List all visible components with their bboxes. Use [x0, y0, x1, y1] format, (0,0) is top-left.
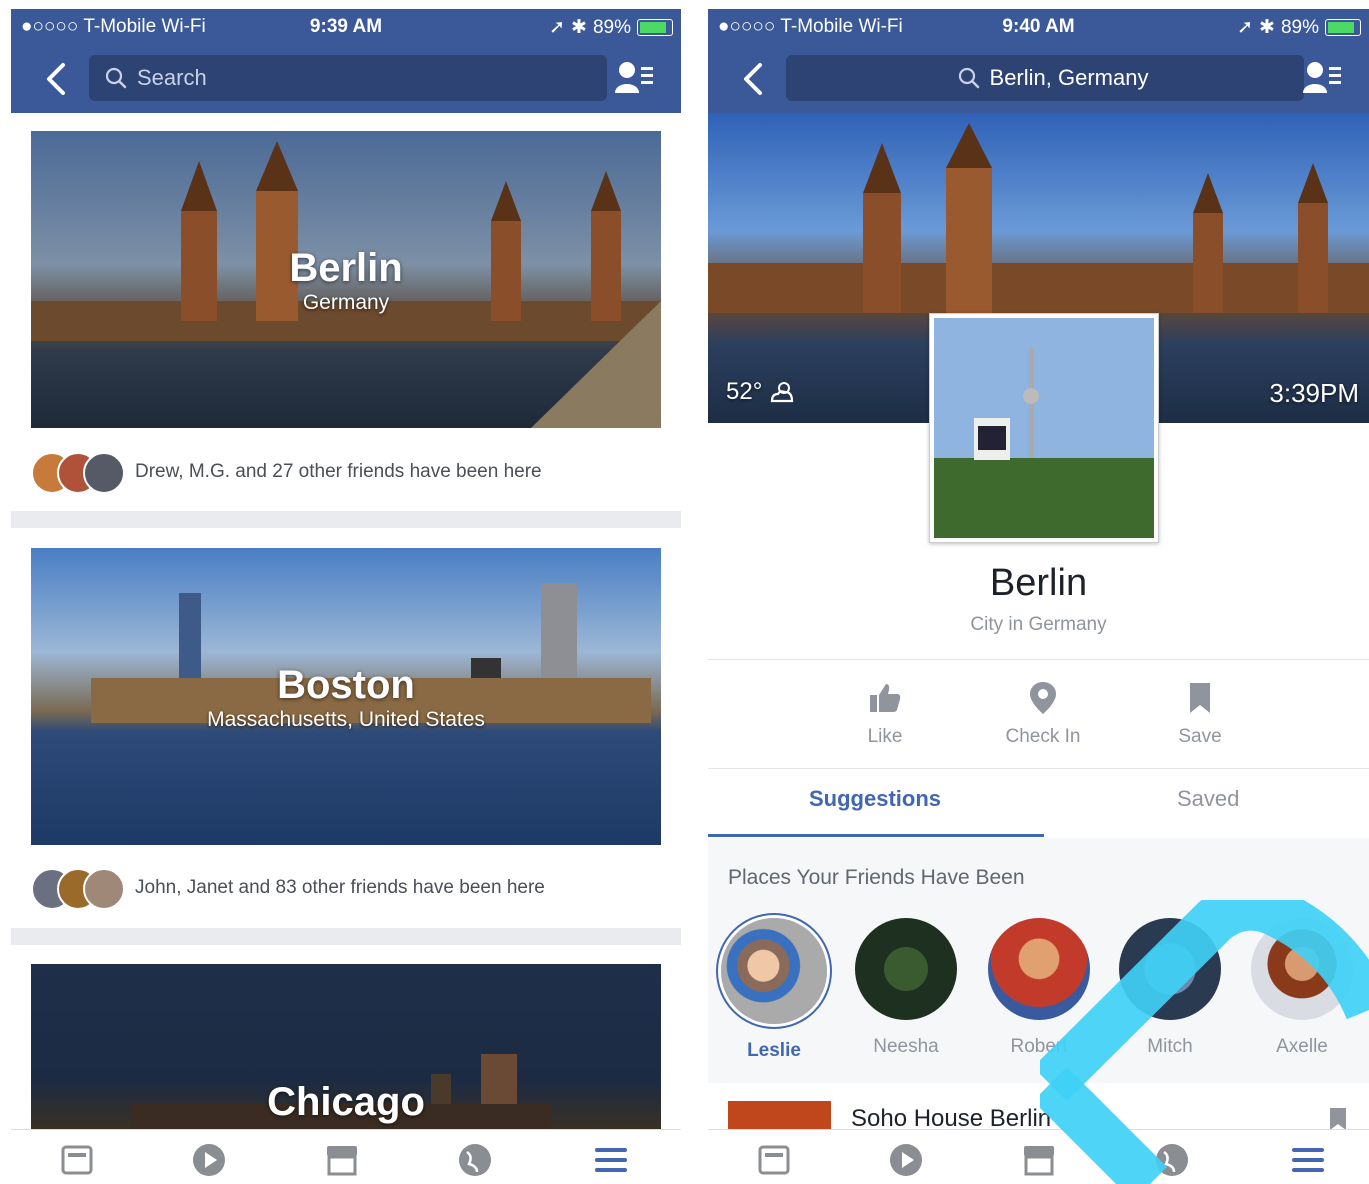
tab-bar: [11, 1129, 681, 1184]
card-title: Chicago: [267, 1080, 425, 1124]
friend-name: Mitch: [1147, 1036, 1193, 1057]
avatar: [855, 918, 957, 1020]
active-tab-indicator: [708, 834, 1044, 837]
friend-robert[interactable]: Robert: [979, 918, 1099, 1058]
card-title: Berlin: [289, 246, 403, 290]
globe-icon[interactable]: [457, 1142, 493, 1178]
card-title: Boston: [277, 663, 415, 707]
section-title: Places Your Friends Have Been: [728, 866, 1025, 889]
save-label: Save: [1178, 726, 1222, 747]
bluetooth-icon: ✱: [1259, 17, 1275, 38]
friends-been-here-row[interactable]: Drew, M.G. and 27 other friends have bee…: [31, 450, 542, 494]
friend-requests-icon[interactable]: [613, 59, 655, 97]
friend-requests-icon[interactable]: [1301, 59, 1343, 97]
check-in-label: Check In: [1005, 726, 1081, 747]
friend-name: Leslie: [747, 1040, 801, 1061]
friends-been-here-row[interactable]: John, Janet and 83 other friends have be…: [31, 866, 545, 910]
chicago-card-image[interactable]: Chicago: [31, 964, 661, 1130]
bookmark-icon[interactable]: [1329, 1107, 1347, 1131]
tab-saved[interactable]: Saved: [1177, 786, 1239, 812]
friend-axelle[interactable]: Axelle: [1242, 918, 1362, 1058]
search-placeholder: Search: [137, 65, 207, 90]
search-value: Berlin, Germany: [989, 65, 1149, 90]
bookmark-icon: [1190, 683, 1210, 713]
friend-avatars: [31, 452, 127, 494]
divider: [708, 659, 1369, 660]
friend-name: Axelle: [1276, 1036, 1328, 1057]
menu-icon[interactable]: [593, 1142, 629, 1178]
check-in-button[interactable]: Check In: [973, 680, 1113, 748]
news-feed-icon[interactable]: [59, 1142, 95, 1178]
bluetooth-icon: ✱: [571, 17, 587, 38]
friends-text: Drew, M.G. and 27 other friends have bee…: [135, 461, 542, 482]
news-feed-icon[interactable]: [756, 1142, 792, 1178]
avatar: [83, 452, 125, 494]
friend-leslie[interactable]: Leslie: [714, 918, 834, 1062]
battery-percent: 89%: [1280, 16, 1319, 38]
search-input[interactable]: Search: [89, 55, 607, 101]
like-button[interactable]: Like: [815, 680, 955, 748]
marketplace-icon[interactable]: [324, 1142, 360, 1178]
status-bar: ●○○○○ T-Mobile Wi-Fi 9:39 AM ➚ ✱ 89%: [11, 9, 681, 45]
tv-tower-illustration: [934, 318, 1154, 538]
avatar: [988, 918, 1090, 1020]
boston-card-image[interactable]: Boston Massachusetts, United States: [31, 548, 661, 845]
card-subtitle: Massachusetts, United States: [207, 708, 485, 731]
battery-percent: 89%: [592, 16, 631, 38]
local-time: 3:39PM: [1269, 378, 1359, 408]
right-phone-screen: ●○○○○ T-Mobile Wi-Fi 9:40 AM ➚ ✱ 89% Ber…: [708, 0, 1369, 1184]
place-name: Berlin: [989, 562, 1088, 604]
divider: [11, 928, 681, 945]
tab-suggestions[interactable]: Suggestions: [809, 786, 941, 812]
back-arrow-icon[interactable]: [738, 59, 770, 99]
back-arrow-icon[interactable]: [41, 59, 73, 99]
globe-icon[interactable]: [1154, 1142, 1190, 1178]
friend-avatars: [31, 868, 127, 910]
menu-icon[interactable]: [1290, 1142, 1326, 1178]
search-input[interactable]: Berlin, Germany: [786, 55, 1304, 101]
avatar: [721, 918, 827, 1024]
video-icon[interactable]: [888, 1142, 924, 1178]
status-bar: ●○○○○ T-Mobile Wi-Fi 9:40 AM ➚ ✱ 89%: [708, 9, 1369, 45]
search-icon: [105, 67, 127, 89]
left-phone-screen: ●○○○○ T-Mobile Wi-Fi 9:39 AM ➚ ✱ 89% Sea…: [11, 0, 681, 1184]
battery-icon: [1325, 19, 1361, 36]
friend-name: Neesha: [873, 1036, 939, 1057]
place-profile-photo[interactable]: [929, 313, 1159, 543]
location-pin-icon: [1030, 682, 1056, 714]
weather-readout: 52°: [726, 378, 796, 406]
save-button[interactable]: Save: [1130, 680, 1270, 748]
card-subtitle: Germany: [302, 291, 390, 314]
friend-mitch[interactable]: Mitch: [1110, 918, 1230, 1058]
divider: [708, 768, 1369, 769]
tab-bar: [708, 1129, 1369, 1184]
friend-neesha[interactable]: Neesha: [846, 918, 966, 1058]
partly-cloudy-icon: [771, 382, 794, 403]
avatar: [1251, 918, 1353, 1020]
avatar: [83, 868, 125, 910]
friends-text: John, Janet and 83 other friends have be…: [135, 877, 545, 898]
location-arrow-icon: ➚: [549, 17, 566, 38]
berlin-card-image[interactable]: Berlin Germany: [31, 131, 661, 428]
battery-icon: [637, 19, 673, 36]
location-arrow-icon: ➚: [1237, 17, 1254, 38]
place-list-item[interactable]: Soho House Berlin: [708, 1083, 1369, 1141]
place-category: City in Germany: [970, 614, 1107, 635]
search-icon: [958, 67, 979, 89]
temperature: 52°: [726, 378, 763, 405]
thumbs-up-icon: [870, 684, 901, 712]
friend-name: Robert: [1010, 1036, 1068, 1057]
video-icon[interactable]: [191, 1142, 227, 1178]
avatar: [1119, 918, 1221, 1020]
nav-bar: Search: [11, 45, 681, 113]
divider: [11, 511, 681, 528]
nav-bar: Berlin, Germany: [708, 45, 1369, 113]
marketplace-icon[interactable]: [1021, 1142, 1057, 1178]
like-label: Like: [867, 726, 903, 747]
